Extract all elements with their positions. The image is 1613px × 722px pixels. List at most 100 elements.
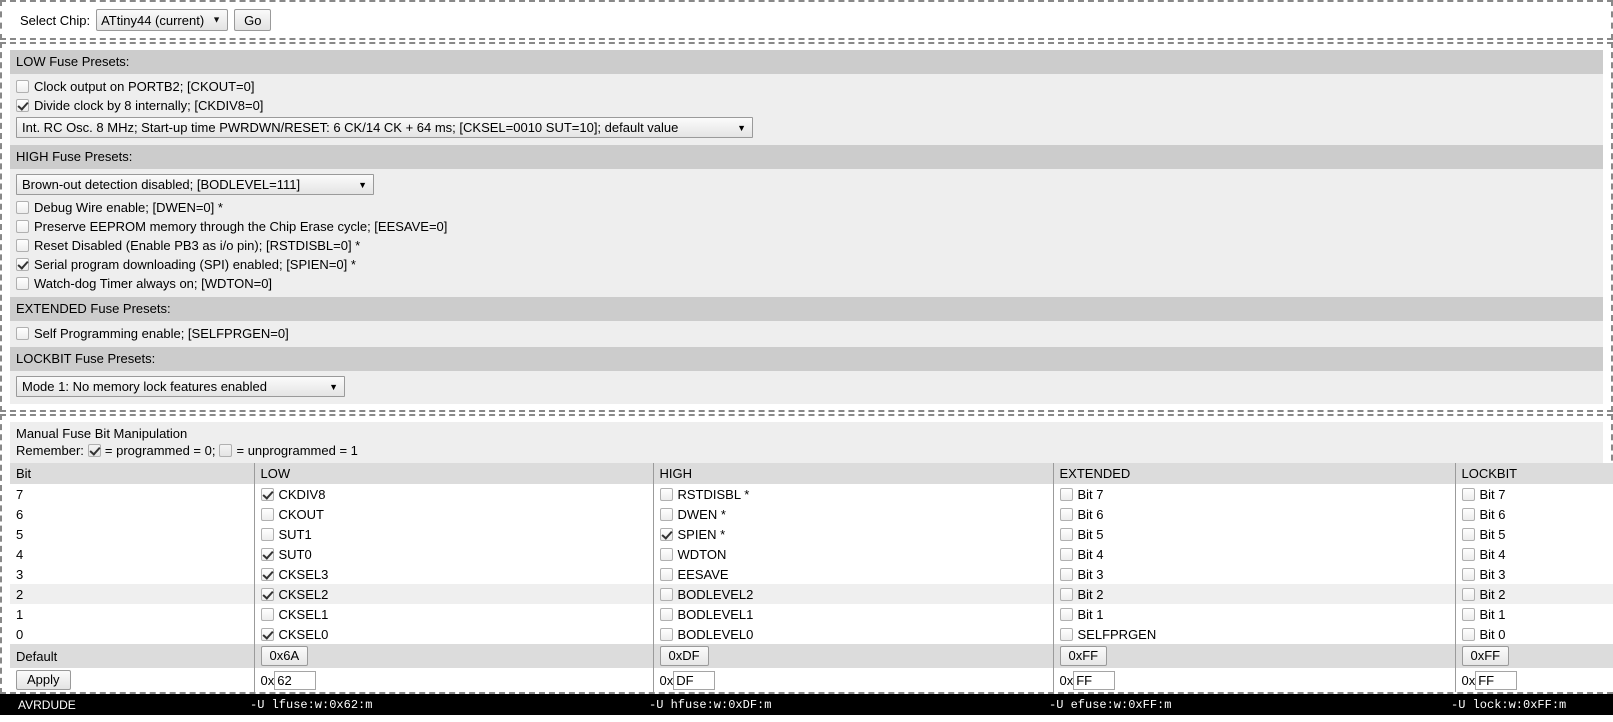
extended-fuse-presets-header: EXTENDED Fuse Presets: — [10, 297, 1603, 321]
checkbox-lockbit-bit-6[interactable] — [1461, 507, 1475, 521]
extended-bit-row: Bit 2 — [1059, 587, 1449, 602]
default-low-button[interactable]: 0x6A — [260, 646, 309, 666]
high-preset-eesave-row[interactable]: Preserve EEPROM memory through the Chip … — [16, 217, 1597, 236]
chip-selector-panel: Select Chip: ATtiny44 (current) ▼ Go — [0, 0, 1613, 40]
lockbit-mode-select-row: Mode 1: No memory lock features enabled … — [16, 376, 1597, 397]
low-bit-row: CKSEL3 — [260, 566, 647, 582]
checkbox-lockbit-bit-3[interactable] — [1461, 567, 1475, 581]
checkbox-low-bit-5[interactable] — [260, 527, 274, 541]
checkbox-low-bit-3[interactable] — [260, 567, 274, 581]
checkbox-extended-bit-2[interactable] — [1059, 587, 1073, 601]
checkbox-high-bit-3[interactable] — [659, 567, 673, 581]
checkbox-high-bit-2[interactable] — [659, 587, 673, 601]
checkbox-extended-bit-5[interactable] — [1059, 527, 1073, 541]
checkbox-extended-bit-4[interactable] — [1059, 547, 1073, 561]
default-lockbit-button[interactable]: 0xFF — [1461, 646, 1510, 666]
checkbox-low-bit-0[interactable] — [260, 627, 274, 641]
default-high-button[interactable]: 0xDF — [659, 646, 709, 666]
high-bit-label: WDTON — [677, 546, 727, 562]
low-hex-input[interactable] — [274, 670, 317, 690]
low-bit-label: SUT0 — [278, 546, 312, 562]
fuse-table-header-row: Bit LOW HIGH EXTENDED LOCKBIT — [10, 463, 1613, 484]
checkbox-dwen-preset[interactable] — [16, 201, 29, 214]
checkbox-high-bit-7[interactable] — [659, 487, 673, 501]
bit-index-cell: 5 — [10, 524, 255, 544]
checkbox-low-bit-1[interactable] — [260, 607, 274, 621]
extended-hex-input[interactable] — [1073, 670, 1116, 690]
hex-prefix-label: 0x — [1461, 672, 1476, 688]
checkbox-low-bit-6[interactable] — [260, 507, 274, 521]
low-preset-ckdiv8-row[interactable]: Divide clock by 8 internally; [CKDIV8=0] — [16, 96, 1597, 115]
low-bit-row: CKOUT — [260, 506, 647, 522]
low-preset-ckout-row[interactable]: Clock output on PORTB2; [CKOUT=0] — [16, 77, 1597, 96]
clock-source-select[interactable]: Int. RC Osc. 8 MHz; Start-up time PWRDWN… — [16, 117, 753, 138]
lockbit-bit-label: Bit 7 — [1479, 486, 1506, 502]
checkbox-rstdisbl-preset[interactable] — [16, 239, 29, 252]
checkbox-lockbit-bit-1[interactable] — [1461, 607, 1475, 621]
brownout-detection-select[interactable]: Brown-out detection disabled; [BODLEVEL=… — [16, 174, 374, 195]
checkbox-low-bit-2[interactable] — [260, 587, 274, 601]
bit-index-cell: 4 — [10, 544, 255, 564]
checkbox-high-bit-4[interactable] — [659, 547, 673, 561]
default-extended-button[interactable]: 0xFF — [1059, 646, 1108, 666]
checkbox-ckdiv8-preset[interactable] — [16, 99, 29, 112]
high-preset-dwen-row[interactable]: Debug Wire enable; [DWEN=0] * — [16, 198, 1597, 217]
checkbox-high-bit-6[interactable] — [659, 507, 673, 521]
fuse-bit-cell-lockbit: Bit 5 — [1455, 524, 1613, 544]
checkbox-extended-bit-0[interactable] — [1059, 627, 1073, 641]
go-button[interactable]: Go — [234, 9, 272, 31]
bit-index-cell: 2 — [10, 584, 255, 604]
chip-select[interactable]: ATtiny44 (current) — [96, 9, 229, 31]
lockbit-bit-row: Bit 3 — [1461, 567, 1613, 582]
high-fuse-presets-body: Brown-out detection disabled; [BODLEVEL=… — [10, 169, 1603, 297]
low-bit-label: CKSEL3 — [278, 566, 329, 582]
column-header-lockbit: LOCKBIT — [1455, 463, 1613, 484]
low-preset-ckout-label: Clock output on PORTB2; [CKOUT=0] — [34, 79, 255, 94]
extended-preset-selfprgen-row[interactable]: Self Programming enable; [SELFPRGEN=0] — [16, 324, 1597, 343]
checkbox-lockbit-bit-5[interactable] — [1461, 527, 1475, 541]
table-row: 4 SUT0 WDTON Bit 4 Bit 4 — [10, 544, 1613, 564]
checkbox-eesave-preset[interactable] — [16, 220, 29, 233]
checkbox-ckout-preset[interactable] — [16, 80, 29, 93]
high-preset-wdton-row[interactable]: Watch-dog Timer always on; [WDTON=0] — [16, 274, 1597, 293]
checkbox-lockbit-bit-0[interactable] — [1461, 627, 1475, 641]
low-bit-label: CKOUT — [278, 506, 325, 522]
high-bit-row: EESAVE — [659, 567, 1047, 582]
lockbit-mode-select[interactable]: Mode 1: No memory lock features enabled … — [16, 376, 345, 397]
checkbox-extended-bit-7[interactable] — [1059, 487, 1073, 501]
extended-bit-row: Bit 6 — [1059, 507, 1449, 522]
lockbit-hex-input[interactable] — [1475, 670, 1518, 690]
checkbox-high-bit-1[interactable] — [659, 607, 673, 621]
fuse-bit-cell-lockbit: Bit 1 — [1455, 604, 1613, 624]
checkbox-spien-preset[interactable] — [16, 258, 29, 271]
checkbox-low-bit-7[interactable] — [260, 487, 274, 501]
hex-input-cell-extended: 0x — [1053, 668, 1456, 692]
lockbit-bit-row: Bit 7 — [1461, 486, 1613, 502]
high-bit-row: BODLEVEL1 — [659, 607, 1047, 622]
checkbox-lockbit-bit-4[interactable] — [1461, 547, 1475, 561]
checkbox-extended-bit-6[interactable] — [1059, 507, 1073, 521]
extended-bit-label: SELFPRGEN — [1077, 626, 1157, 642]
chip-select-wrapper[interactable]: ATtiny44 (current) ▼ — [96, 9, 229, 31]
low-bit-label: CKSEL1 — [278, 606, 329, 622]
fuse-bit-cell-lockbit: Bit 6 — [1455, 504, 1613, 524]
checkbox-high-bit-0[interactable] — [659, 627, 673, 641]
fuse-bit-cell-extended: Bit 7 — [1053, 484, 1456, 504]
checkbox-extended-bit-1[interactable] — [1059, 607, 1073, 621]
clock-source-select-value: Int. RC Osc. 8 MHz; Start-up time PWRDWN… — [22, 120, 679, 135]
checkbox-selfprgen-preset[interactable] — [16, 327, 29, 340]
high-hex-field-group: 0x — [660, 670, 1047, 690]
apply-button[interactable]: Apply — [16, 670, 71, 690]
checkbox-high-bit-5[interactable] — [659, 527, 673, 541]
checkbox-extended-bit-3[interactable] — [1059, 567, 1073, 581]
checkbox-lockbit-bit-2[interactable] — [1461, 587, 1475, 601]
avrdude-command-bar: AVRDUDE -U lfuse:w:0x62:m -U hfuse:w:0xD… — [0, 694, 1613, 715]
high-preset-spien-row[interactable]: Serial program downloading (SPI) enabled… — [16, 255, 1597, 274]
checkbox-low-bit-4[interactable] — [260, 547, 274, 561]
high-hex-input[interactable] — [673, 670, 716, 690]
high-preset-rstdisbl-row[interactable]: Reset Disabled (Enable PB3 as i/o pin); … — [16, 236, 1597, 255]
checkbox-lockbit-bit-7[interactable] — [1461, 487, 1475, 501]
low-fuse-presets-body: Clock output on PORTB2; [CKOUT=0] Divide… — [10, 74, 1603, 145]
checkbox-wdton-preset[interactable] — [16, 277, 29, 290]
extended-bit-row: Bit 7 — [1059, 487, 1449, 502]
